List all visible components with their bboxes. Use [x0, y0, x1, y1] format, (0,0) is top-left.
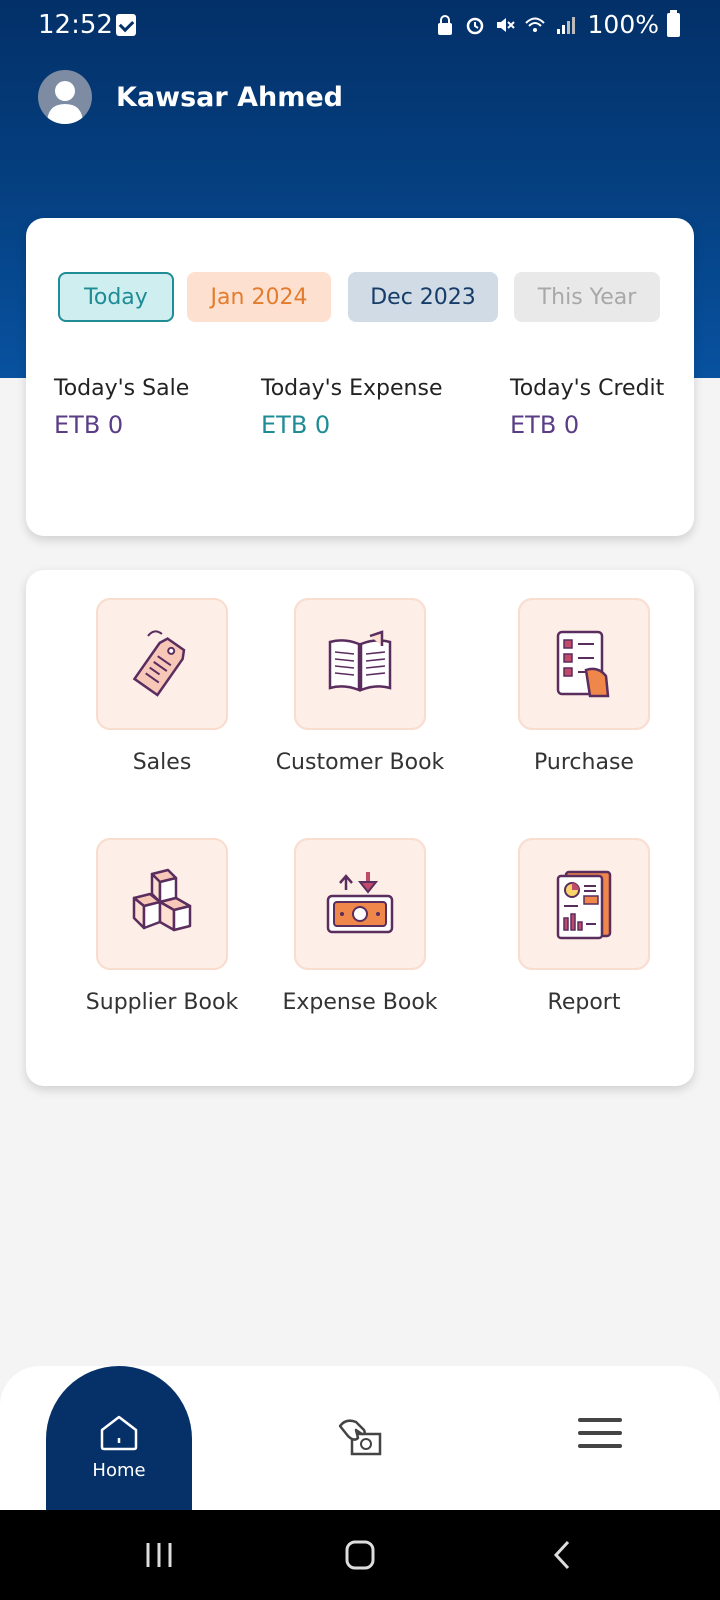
icon-tile[interactable] — [518, 598, 650, 730]
menu-item-customer-book[interactable]: Customer Book — [250, 598, 470, 775]
nav-home-label: Home — [92, 1460, 146, 1481]
menu-bar — [578, 1444, 622, 1448]
status-icons: 100% — [434, 9, 680, 39]
menu-item-sales[interactable]: Sales — [52, 598, 272, 775]
menu-item-supplier-book[interactable]: Supplier Book — [52, 838, 272, 1015]
user-silhouette-icon — [47, 81, 83, 124]
user-profile[interactable]: Kawsar Ahmed — [38, 70, 343, 124]
stat-value: ETB 0 — [510, 411, 580, 439]
signal-icon — [556, 16, 575, 34]
battery-icon — [667, 9, 680, 37]
notification-check-icon — [116, 14, 136, 36]
icon-tile[interactable] — [96, 598, 228, 730]
stat-value: ETB 0 — [261, 411, 331, 439]
bottom-navigation: Home — [0, 1366, 720, 1510]
hamburger-menu-icon[interactable] — [578, 1418, 622, 1457]
menu-label: Sales — [132, 750, 192, 775]
icon-tile[interactable] — [518, 838, 650, 970]
battery-percent: 100% — [587, 10, 659, 39]
status-time: 12:52 — [38, 10, 113, 40]
recent-apps-icon — [146, 1543, 172, 1567]
icon-tile[interactable] — [294, 598, 426, 730]
hand-money-icon — [338, 1419, 382, 1456]
tab-jan-2024[interactable]: Jan 2024 — [187, 272, 331, 322]
back-chevron-icon — [553, 1540, 570, 1570]
recent-apps-button[interactable] — [144, 1510, 174, 1600]
menu-item-purchase[interactable]: Purchase — [474, 598, 694, 775]
price-tag-icon — [132, 630, 186, 697]
menu-label: Customer Book — [275, 750, 445, 775]
lock-icon — [437, 14, 452, 35]
stat-credit: Today's Credit ETB 0 — [510, 376, 664, 439]
stat-label: Today's Sale — [54, 376, 190, 401]
menu-label: Supplier Book — [85, 990, 239, 1015]
menu-bar — [578, 1418, 622, 1422]
stat-label: Today's Expense — [261, 376, 443, 401]
home-icon — [100, 1415, 138, 1451]
icon-tile[interactable] — [96, 838, 228, 970]
user-name: Kawsar Ahmed — [116, 81, 343, 113]
menu-item-expense-book[interactable]: Expense Book — [250, 838, 470, 1015]
home-square-icon — [345, 1540, 375, 1570]
open-book-icon — [328, 630, 392, 692]
mute-icon — [496, 17, 515, 32]
system-navigation-bar — [0, 1510, 720, 1600]
menu-item-report[interactable]: Report — [474, 838, 694, 1015]
report-document-icon — [556, 870, 612, 940]
menu-label: Purchase — [534, 750, 634, 775]
home-system-button[interactable] — [344, 1510, 376, 1600]
menu-bar — [578, 1431, 622, 1435]
tab-today[interactable]: Today — [58, 272, 174, 322]
avatar[interactable] — [38, 70, 92, 124]
menu-label: Expense Book — [282, 990, 438, 1015]
icon-tile[interactable] — [294, 838, 426, 970]
money-transfer-icon — [326, 872, 394, 934]
boxes-icon — [132, 868, 192, 932]
stat-label: Today's Credit — [510, 376, 665, 401]
alarm-icon — [466, 17, 483, 34]
stat-value: ETB 0 — [54, 411, 124, 439]
nav-cash[interactable] — [338, 1416, 384, 1462]
nav-home[interactable]: Home — [46, 1366, 192, 1510]
status-bar: 12:52 100% — [0, 0, 720, 54]
summary-card: Today Jan 2024 Dec 2023 This Year Today'… — [26, 218, 694, 536]
tab-this-year[interactable]: This Year — [514, 272, 660, 322]
stat-sale: Today's Sale ETB 0 — [54, 376, 189, 439]
stat-expense: Today's Expense ETB 0 — [261, 376, 443, 439]
checklist-hand-icon — [556, 630, 610, 698]
wifi-icon — [524, 17, 545, 32]
feature-menu: Sales Customer Book Purchase Supplier Bo… — [26, 570, 694, 1086]
tab-dec-2023[interactable]: Dec 2023 — [348, 272, 498, 322]
menu-label: Report — [547, 990, 621, 1015]
back-button[interactable] — [552, 1510, 572, 1600]
